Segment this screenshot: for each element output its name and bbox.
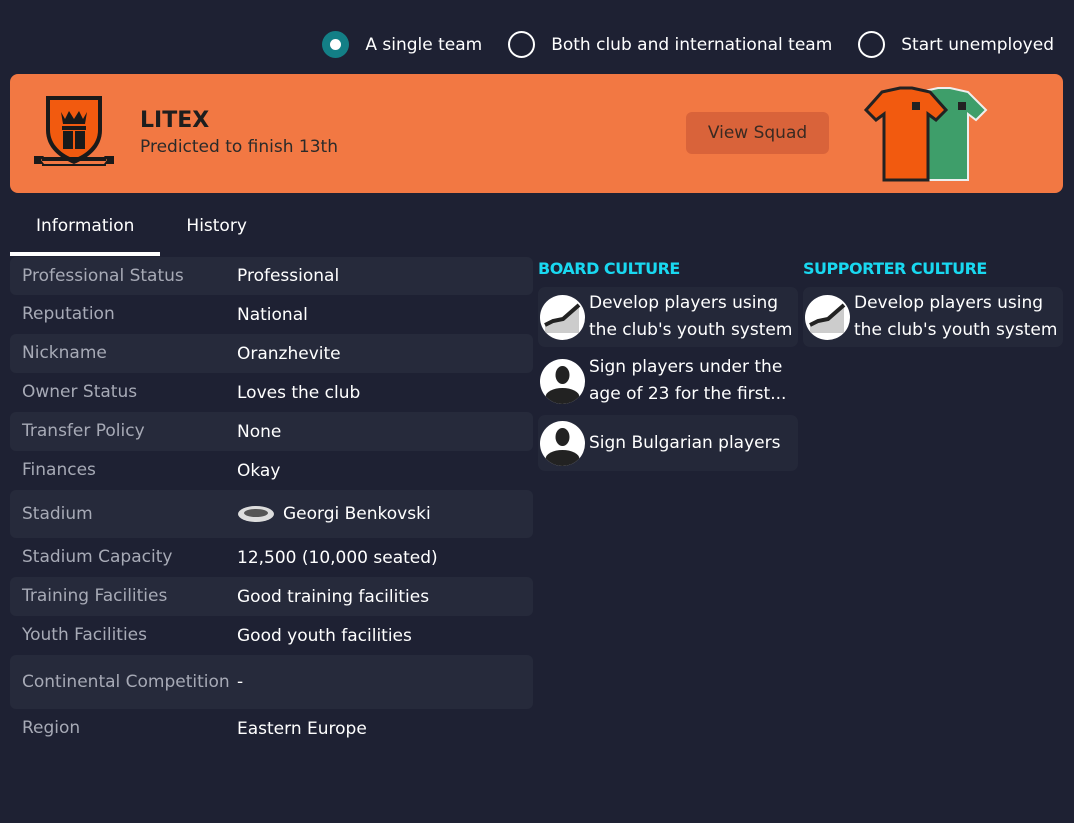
club-prediction: Predicted to finish 13th: [140, 137, 338, 157]
club-crest-icon: [34, 96, 114, 166]
info-row: Stadium Capacity 12,500 (10,000 seated): [22, 547, 438, 568]
growth-chart-icon: [540, 294, 585, 340]
info-row: Youth Facilities Good youth facilities: [22, 625, 412, 646]
view-squad-button[interactable]: View Squad: [686, 112, 829, 154]
club-info-table: Professional Status Professional Reputati…: [10, 257, 533, 748]
supporter-culture: SUPPORTER CULTURE Develop players using …: [803, 259, 1063, 351]
stadium-name[interactable]: Georgi Benkovski: [283, 504, 431, 524]
tab-bar: Information History: [10, 208, 273, 256]
culture-item: Sign players under the age of 23 for the…: [538, 351, 798, 411]
culture-item: Develop players using the club's youth s…: [803, 287, 1063, 347]
info-row: Stadium Georgi Benkovski: [10, 490, 533, 538]
stadium-icon: [238, 506, 274, 522]
board-culture: BOARD CULTURE Develop players using the …: [538, 259, 798, 475]
career-mode-options: A single team Both club and internationa…: [322, 31, 1054, 58]
info-row: Nickname Oranzhevite: [10, 334, 533, 373]
player-icon: [540, 420, 585, 466]
info-row: Owner Status Loves the club: [22, 382, 361, 403]
supporter-culture-title: SUPPORTER CULTURE: [803, 259, 987, 278]
tab-information[interactable]: Information: [10, 208, 161, 256]
info-row: Continental Competition -: [10, 655, 533, 709]
info-row: Transfer Policy None: [10, 412, 533, 451]
radio-selected-icon: [322, 31, 350, 58]
club-name: LITEX: [140, 108, 210, 133]
info-row: Finances Okay: [22, 460, 281, 481]
growth-chart-icon: [805, 294, 850, 340]
info-row: Region Eastern Europe: [22, 718, 367, 739]
culture-item: Develop players using the club's youth s…: [538, 287, 798, 347]
radio-empty-icon: [858, 31, 886, 58]
radio-club-and-international[interactable]: Both club and international team: [508, 31, 832, 58]
radio-empty-icon: [508, 31, 536, 58]
radio-start-unemployed[interactable]: Start unemployed: [858, 31, 1054, 58]
info-row: Professional Status Professional: [10, 257, 533, 295]
club-kits-icon: [863, 86, 988, 182]
culture-item: Sign Bulgarian players: [538, 415, 798, 471]
info-row: Reputation National: [22, 304, 308, 325]
club-banner: LITEX Predicted to finish 13th View Squa…: [10, 74, 1063, 193]
board-culture-title: BOARD CULTURE: [538, 259, 680, 278]
radio-single-team[interactable]: A single team: [322, 31, 482, 58]
tab-history[interactable]: History: [160, 208, 272, 256]
info-row: Training Facilities Good training facilit…: [10, 577, 533, 616]
player-icon: [540, 358, 585, 404]
